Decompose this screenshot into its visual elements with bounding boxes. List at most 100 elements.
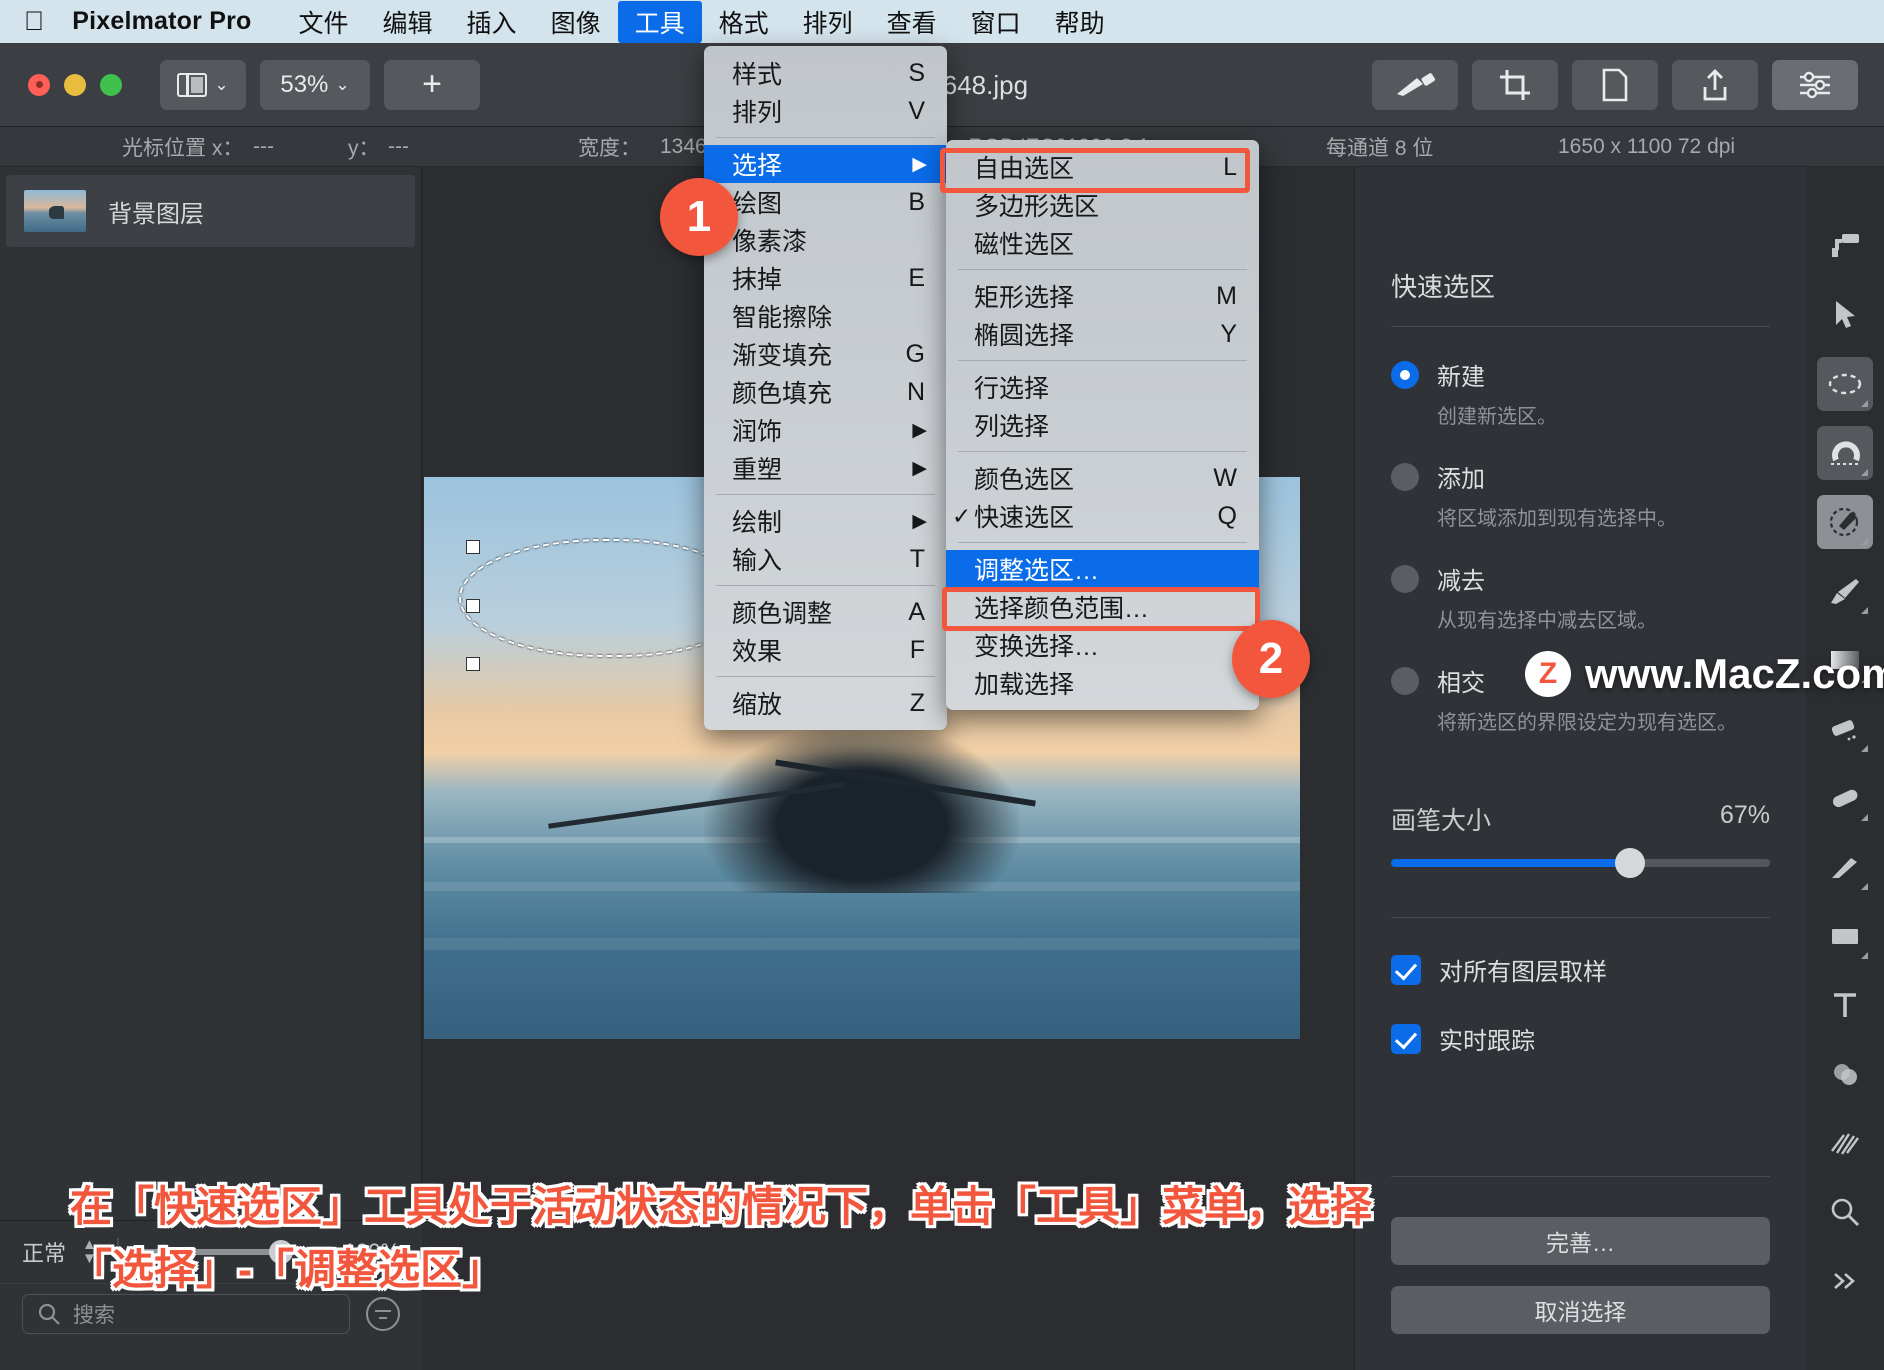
tools-dropdown-menu[interactable]: 样式 S 排列 V 选择 ▶ 绘图 B 像素漆 抹掉 E 智能擦除 渐变填充 G xyxy=(704,46,947,730)
repair-tool[interactable] xyxy=(1817,771,1873,825)
menu-item-color-adjustments[interactable]: 颜色调整 A xyxy=(704,593,947,631)
menu-item-paint[interactable]: 绘图 B xyxy=(704,183,947,221)
sidebar-toggle-button[interactable]: ⌄ xyxy=(160,59,246,110)
radio-button[interactable] xyxy=(1391,667,1419,695)
mode-option-new[interactable]: 新建 创建新选区。 xyxy=(1391,357,1770,429)
layer-list-item[interactable]: 背景图层 xyxy=(6,175,415,247)
menu-item-style[interactable]: 样式 S xyxy=(704,54,947,92)
mode-label: 新建 xyxy=(1437,364,1485,391)
submenu-item-polygonal-select[interactable]: 多边形选区 xyxy=(946,186,1259,224)
menu-item-shortcut: Q xyxy=(1217,501,1237,530)
checkbox-icon[interactable] xyxy=(1391,1023,1421,1054)
menu-item-gradient-fill[interactable]: 渐变填充 G xyxy=(704,335,947,373)
menu-item-draw[interactable]: 绘制 ▶ xyxy=(704,502,947,540)
menubar-item-view[interactable]: 查看 xyxy=(870,1,954,43)
mode-option-subtract[interactable]: 减去 从现有选择中减去区域。 xyxy=(1391,561,1770,633)
brush-tool-button[interactable] xyxy=(1372,60,1458,110)
menu-item-arrange[interactable]: 排列 V xyxy=(704,92,947,130)
mode-description: 将区域添加到现有选择中。 xyxy=(1437,508,1677,530)
submenu-item-load-selection[interactable]: 加载选择 xyxy=(946,664,1259,702)
menu-item-pixel-paint[interactable]: 像素漆 xyxy=(704,221,947,259)
brush-size-slider-knob[interactable] xyxy=(1614,848,1645,878)
zoom-tool[interactable] xyxy=(1817,1185,1873,1239)
eraser-tool[interactable] xyxy=(1817,702,1873,756)
maximize-button[interactable] xyxy=(100,73,122,96)
menu-item-label: 颜色填充 xyxy=(732,380,833,408)
filter-icon[interactable] xyxy=(366,1296,400,1331)
submenu-item-column-select[interactable]: 列选择 xyxy=(946,406,1259,444)
checkbox-sample-all-layers[interactable]: 对所有图层取样 xyxy=(1391,952,1770,987)
menu-item-effects[interactable]: 效果 F xyxy=(704,631,947,669)
menu-item-type[interactable]: 输入 T xyxy=(704,540,947,578)
menu-item-reshape[interactable]: 重塑 ▶ xyxy=(704,449,947,487)
menu-item-color-fill[interactable]: 颜色填充 N xyxy=(704,373,947,411)
selection-handle[interactable] xyxy=(466,599,480,613)
menu-item-retouch[interactable]: 润饰 ▶ xyxy=(704,411,947,449)
menubar-item-arrange[interactable]: 排列 xyxy=(786,1,870,43)
minimize-button[interactable] xyxy=(64,73,86,96)
crop-button[interactable] xyxy=(1472,60,1558,110)
crop-icon xyxy=(1500,70,1530,100)
radio-button[interactable] xyxy=(1391,565,1419,593)
submenu-item-elliptical-select[interactable]: 椭圆选择 Y xyxy=(946,315,1259,353)
menubar-item-window[interactable]: 窗口 xyxy=(954,1,1038,43)
radio-button[interactable] xyxy=(1391,463,1419,491)
menu-item-zoom[interactable]: 缩放 Z xyxy=(704,684,947,722)
share-button[interactable] xyxy=(1672,60,1758,110)
blend-mode-value[interactable]: 正常 xyxy=(22,1236,66,1268)
color-adjust-tool[interactable] xyxy=(1817,1047,1873,1101)
mode-option-add[interactable]: 添加 将区域添加到现有选择中。 xyxy=(1391,459,1770,531)
shape-rect-tool[interactable] xyxy=(1817,909,1873,963)
submenu-item-refine-selection[interactable]: 调整选区… xyxy=(946,550,1259,588)
menubar-app-name[interactable]: Pixelmator Pro xyxy=(72,7,251,36)
menubar-item-format[interactable]: 格式 xyxy=(702,1,786,43)
submenu-item-quick-select[interactable]: ✓ 快速选区 Q xyxy=(946,497,1259,535)
paintbrush-tool[interactable] xyxy=(1817,564,1873,618)
brush-size-slider[interactable] xyxy=(1391,848,1770,878)
submenu-item-select-color-range[interactable]: 选择颜色范围… xyxy=(946,588,1259,626)
adjustments-button[interactable] xyxy=(1772,60,1858,110)
menubar-item-image[interactable]: 图像 xyxy=(534,1,618,43)
zoom-level-button[interactable]: 53% ⌄ xyxy=(260,59,370,110)
selection-handle[interactable] xyxy=(466,657,480,671)
deselect-button[interactable]: 取消选择 xyxy=(1391,1286,1770,1334)
menu-separator xyxy=(716,494,935,495)
menubar-item-help[interactable]: 帮助 xyxy=(1038,1,1122,43)
marquee-select-tool[interactable] xyxy=(1817,357,1873,411)
effects-tool[interactable] xyxy=(1817,1116,1873,1170)
selection-handle[interactable] xyxy=(466,540,480,554)
menubar-item-tools[interactable]: 工具 xyxy=(617,0,702,43)
pen-tool[interactable] xyxy=(1817,840,1873,894)
submenu-item-color-select[interactable]: 颜色选区 W xyxy=(946,459,1259,497)
submenu-item-magnetic-select[interactable]: 磁性选区 xyxy=(946,224,1259,262)
selection-submenu[interactable]: 自由选区 L 多边形选区 磁性选区 矩形选择 M 椭圆选择 Y 行选择 列选择 … xyxy=(946,140,1259,710)
magnetic-select-tool[interactable] xyxy=(1817,426,1873,480)
add-button[interactable]: + xyxy=(384,59,480,110)
more-tools-button[interactable] xyxy=(1817,1254,1873,1308)
menubar-item-insert[interactable]: 插入 xyxy=(450,1,534,43)
paint-roller-tool[interactable] xyxy=(1817,219,1873,273)
menu-item-erase[interactable]: 抹掉 E xyxy=(704,259,947,297)
apple-logo-icon[interactable]:  xyxy=(24,8,44,35)
close-button[interactable] xyxy=(28,73,50,96)
menubar-item-file[interactable]: 文件 xyxy=(282,1,366,43)
brush-size-slider-fill xyxy=(1391,859,1626,867)
checkbox-live-tracking[interactable]: 实时跟踪 xyxy=(1391,1021,1770,1056)
quick-select-tool[interactable] xyxy=(1817,495,1873,549)
submenu-item-row-select[interactable]: 行选择 xyxy=(946,368,1259,406)
menu-item-smart-erase[interactable]: 智能擦除 xyxy=(704,297,947,335)
refine-button[interactable]: 完善… xyxy=(1391,1217,1770,1265)
submenu-item-transform-selection[interactable]: 变换选择… xyxy=(946,626,1259,664)
text-icon xyxy=(1834,993,1856,1017)
radio-button[interactable] xyxy=(1391,361,1419,389)
document-button[interactable] xyxy=(1572,60,1658,110)
menubar-item-edit[interactable]: 编辑 xyxy=(366,1,450,43)
arrow-pointer-tool[interactable] xyxy=(1817,288,1873,342)
submenu-item-rectangular-select[interactable]: 矩形选择 M xyxy=(946,277,1259,315)
submenu-item-freeform-select[interactable]: 自由选区 L xyxy=(946,148,1259,186)
watermark-text: www.MacZ.com xyxy=(1585,650,1884,697)
sidebar-toggle-icon xyxy=(177,72,208,97)
text-tool[interactable] xyxy=(1817,978,1873,1032)
checkbox-icon[interactable] xyxy=(1391,954,1421,985)
menu-item-selection[interactable]: 选择 ▶ xyxy=(704,145,947,183)
